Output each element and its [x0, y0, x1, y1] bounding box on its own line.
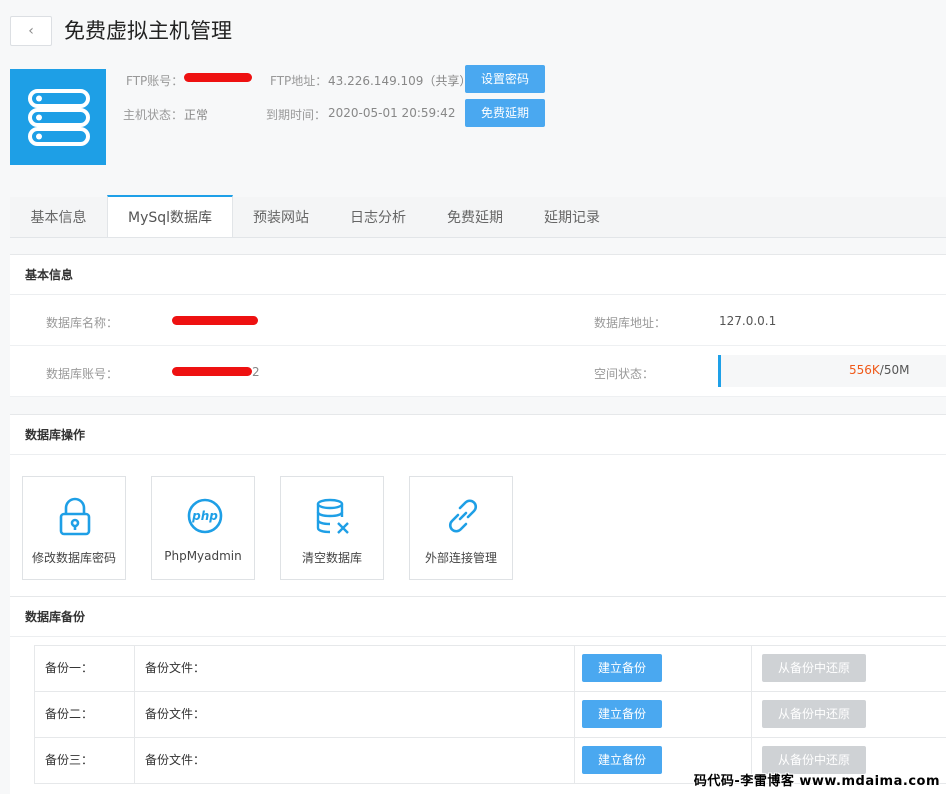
create-backup-button[interactable]: 建立备份	[582, 746, 662, 774]
db-account-redaction	[172, 367, 252, 376]
space-usage-bar: 556K/50M	[718, 355, 946, 387]
info-row: 数据库账号： 2 空间状态： 556K/50M	[10, 346, 946, 397]
svg-text:php: php	[191, 509, 218, 523]
op-label: 外部连接管理	[424, 551, 497, 565]
chevron-left-icon: ‹	[28, 23, 34, 39]
info-row: 数据库名称： 数据库地址： 127.0.0.1	[10, 295, 946, 346]
tab-free-extend[interactable]: 免费延期	[427, 197, 523, 237]
op-label: 清空数据库	[301, 551, 362, 565]
db-backup-section: 数据库备份 备份一： 备份文件： 建立备份 从备份中还原 备份二： 备份文件： …	[10, 596, 946, 794]
space-used-value: 556K	[849, 363, 880, 377]
tab-mysql[interactable]: MySql数据库	[107, 195, 233, 237]
change-db-password-card[interactable]: 修改数据库密码	[22, 476, 126, 580]
phpmyadmin-card[interactable]: php PhpMyadmin	[151, 476, 255, 580]
backup-file-label: 备份文件：	[134, 646, 205, 691]
tab-basic-info[interactable]: 基本信息	[10, 197, 107, 237]
expire-label: 到期时间：	[266, 108, 327, 122]
restore-backup-button[interactable]: 从备份中还原	[762, 654, 866, 682]
db-operations-section: 数据库操作 修改数据库密码 php PhpMyadmin 清空数据库 外部连接管…	[10, 414, 946, 596]
table-row: 备份二： 备份文件： 建立备份 从备份中还原	[35, 692, 946, 738]
tab-preinstalled-site[interactable]: 预装网站	[233, 197, 329, 237]
lock-icon	[59, 497, 91, 536]
section-title: 数据库备份	[10, 597, 946, 637]
backup-file-label: 备份文件：	[134, 692, 205, 737]
external-link-card[interactable]: 外部连接管理	[409, 476, 513, 580]
restore-backup-button[interactable]: 从备份中还原	[762, 700, 866, 728]
ftp-account-label: FTP账号：	[126, 74, 184, 88]
backup-name: 备份二：	[45, 707, 94, 721]
page-title: 免费虚拟主机管理	[64, 19, 232, 43]
space-status-label: 空间状态：	[594, 367, 655, 381]
ftp-account-redaction	[184, 73, 252, 82]
backup-file-label: 备份文件：	[134, 738, 205, 783]
database-clear-icon	[316, 498, 349, 534]
backup-name: 备份三：	[45, 753, 94, 767]
create-backup-button[interactable]: 建立备份	[582, 700, 662, 728]
backup-table: 备份一： 备份文件： 建立备份 从备份中还原 备份二： 备份文件： 建立备份 从…	[34, 645, 946, 784]
space-total-value: /50M	[879, 363, 910, 377]
op-label: 修改数据库密码	[31, 551, 116, 565]
section-title: 数据库操作	[10, 415, 946, 455]
expire-value: 2020-05-01 20:59:42	[328, 106, 456, 120]
db-account-label: 数据库账号：	[46, 367, 119, 381]
host-status-label: 主机状态：	[123, 108, 184, 122]
server-icon	[10, 69, 106, 165]
tab-log-analysis[interactable]: 日志分析	[329, 197, 427, 237]
tab-bar: 基本信息 MySql数据库 预装网站 日志分析 免费延期 延期记录	[10, 195, 946, 238]
watermark: 码代码-李雷博客 www.mdaima.com	[693, 774, 940, 789]
db-name-redaction	[172, 316, 258, 325]
op-label: PhpMyadmin	[164, 549, 242, 563]
tab-extend-records[interactable]: 延期记录	[523, 197, 621, 237]
back-button[interactable]: ‹	[10, 16, 52, 46]
basic-info-section: 基本信息 数据库名称： 数据库地址： 127.0.0.1 数据库账号： 2 空间…	[10, 254, 946, 397]
db-address-value: 127.0.0.1	[719, 314, 777, 328]
set-password-button[interactable]: 设置密码	[465, 65, 545, 93]
link-icon	[449, 499, 477, 533]
db-name-label: 数据库名称：	[46, 316, 119, 330]
ftp-address-value: 43.226.149.109（共享）	[328, 74, 472, 88]
db-account-tail: 2	[252, 365, 260, 379]
backup-name: 备份一：	[45, 661, 94, 675]
clear-db-card[interactable]: 清空数据库	[280, 476, 384, 580]
table-row: 备份一： 备份文件： 建立备份 从备份中还原	[35, 646, 946, 692]
php-icon: php	[187, 498, 223, 534]
ftp-address-label: FTP地址：	[270, 74, 328, 88]
create-backup-button[interactable]: 建立备份	[582, 654, 662, 682]
free-extend-button[interactable]: 免费延期	[465, 99, 545, 127]
host-status-value: 正常	[184, 108, 209, 122]
db-address-label: 数据库地址：	[594, 316, 667, 330]
section-title: 基本信息	[10, 255, 946, 295]
